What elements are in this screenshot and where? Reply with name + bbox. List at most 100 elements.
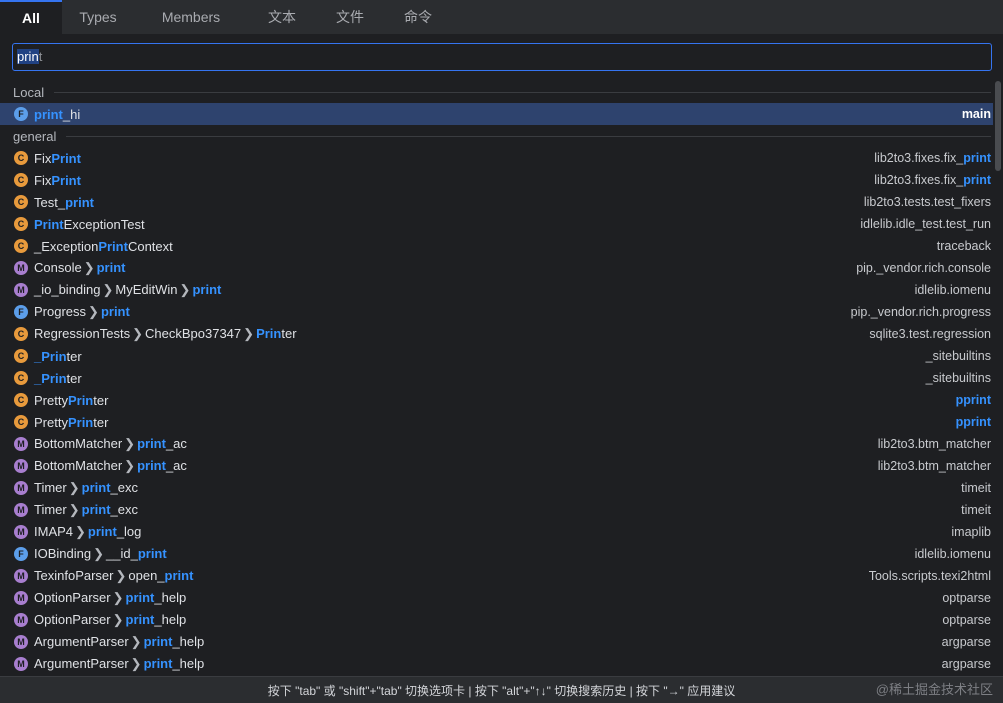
result-row[interactable]: M OptionParser ❯ print_help optparse	[0, 587, 993, 609]
method-icon: M	[14, 635, 28, 649]
text-segment: BottomMatcher	[34, 436, 123, 451]
result-row[interactable]: C _Printer _sitebuiltins	[0, 367, 993, 389]
footer-hint-bar: 按下 "tab" 或 "shift"+"tab" 切换选项卡 | 按下 "alt…	[0, 676, 1003, 703]
result-location: pprint	[956, 411, 991, 433]
result-row[interactable]: M TexinfoParser ❯ open_print Tools.scripts.t…	[0, 565, 993, 587]
text-segment: lib2to3.btm_matcher	[877, 459, 991, 473]
text-segment: IMAP4	[34, 524, 74, 539]
result-row[interactable]: M IMAP4 ❯ print_log imaplib	[0, 521, 993, 543]
chevron-right-icon: ❯	[124, 458, 136, 473]
text-segment: ArgumentParser	[34, 656, 129, 671]
match-highlight: print	[143, 634, 173, 649]
section-header: Local	[0, 81, 993, 103]
text-segment: MyEditWin	[115, 282, 178, 297]
tab-text[interactable]: 文本	[248, 0, 316, 34]
result-row[interactable]: C PrettyPrinter pprint	[0, 389, 993, 411]
result-row[interactable]: M Console ❯ print pip._vendor.rich.console	[0, 257, 993, 279]
chevron-right-icon: ❯	[124, 436, 136, 451]
result-name: OptionParser ❯ print_help	[34, 612, 186, 628]
result-location: pprint	[956, 389, 991, 411]
scrollbar-thumb[interactable]	[995, 81, 1001, 171]
result-row[interactable]: C PrettyPrinter pprint	[0, 411, 993, 433]
chevron-right-icon: ❯	[130, 634, 142, 649]
result-location: optparse	[942, 587, 991, 609]
result-row[interactable]: C FixPrint lib2to3.fixes.fix_print	[0, 169, 993, 191]
result-row[interactable]: C RegressionTests ❯ CheckBpo37347 ❯ Printer sq…	[0, 323, 993, 345]
text-segment: traceback	[936, 239, 991, 253]
result-location: timeit	[961, 477, 991, 499]
result-row[interactable]: M BottomMatcher ❯ print_ac lib2to3.btm_match…	[0, 433, 993, 455]
result-name: _Printer	[34, 349, 82, 364]
tab-commands[interactable]: 命令	[384, 0, 452, 34]
search-field[interactable]: print	[12, 43, 992, 71]
match-highlight: print	[81, 480, 111, 495]
class-icon: C	[14, 239, 28, 253]
match-highlight: print	[137, 458, 166, 473]
tab-members[interactable]: Members	[134, 0, 248, 34]
text-segment: _io_binding	[34, 282, 101, 297]
match-highlight: print	[164, 568, 194, 583]
text-segment: ExceptionTest	[63, 216, 145, 232]
tab-bar: All Types Members 文本 文件 命令	[0, 0, 1003, 34]
result-location: argparse	[942, 631, 991, 653]
result-row[interactable]: M Timer ❯ print_exc timeit	[0, 499, 993, 521]
result-location: idlelib.iomenu	[915, 279, 991, 301]
result-name: BottomMatcher ❯ print_ac	[34, 436, 187, 452]
result-location: lib2to3.btm_matcher	[878, 433, 991, 455]
chevron-right-icon: ❯	[83, 260, 95, 275]
result-name: FixPrint	[34, 173, 81, 188]
match-highlight: print	[34, 106, 63, 122]
result-row[interactable]: M _io_binding ❯ MyEditWin ❯ print idlelib.iome…	[0, 279, 993, 301]
match-highlight: Prin	[67, 414, 94, 430]
result-row[interactable]: Fprint_hi main	[0, 103, 993, 125]
result-name: _ExceptionPrintContext	[34, 239, 173, 254]
match-highlight: print	[96, 260, 126, 275]
result-row[interactable]: M BottomMatcher ❯ print_ac lib2to3.btm_match…	[0, 455, 993, 477]
text-segment: Timer	[34, 480, 67, 495]
text-segment: IOBinding	[34, 546, 92, 561]
result-row[interactable]: C _ExceptionPrintContext traceback	[0, 235, 993, 257]
text-segment: Fix	[34, 150, 52, 166]
text-segment: _help	[172, 656, 205, 671]
tab-types[interactable]: Types	[62, 0, 134, 34]
chevron-right-icon: ❯	[102, 282, 114, 297]
result-row[interactable]: M ArgumentParser ❯ print_help argparse	[0, 631, 993, 653]
class-icon: C	[14, 195, 28, 209]
result-row[interactable]: M Timer ❯ print_exc timeit	[0, 477, 993, 499]
result-row[interactable]: M ArgumentParser ❯ print_help argparse	[0, 653, 993, 675]
method-icon: M	[14, 591, 28, 605]
result-row[interactable]: C FixPrint lib2to3.fixes.fix_print	[0, 147, 993, 169]
result-name: RegressionTests ❯ CheckBpo37347 ❯ Printer	[34, 326, 297, 342]
text-segment: pip._vendor.rich.progress	[850, 305, 991, 319]
text-segment: ter	[93, 392, 109, 408]
watermark: @稀土掘金技术社区	[875, 682, 993, 697]
result-name: _Printer	[34, 371, 82, 386]
text-segment: ter	[93, 414, 109, 430]
chevron-right-icon: ❯	[115, 568, 127, 583]
text-segment: Context	[127, 238, 173, 254]
section-divider	[54, 91, 991, 93]
text-segment: _ac	[165, 458, 187, 473]
result-row[interactable]: F Progress ❯ print pip._vendor.rich.progress	[0, 301, 993, 323]
result-row[interactable]: F IOBinding ❯ __id_print idlelib.iomenu	[0, 543, 993, 565]
search-input[interactable]: print	[17, 49, 42, 64]
result-name: FixPrint	[34, 151, 81, 166]
method-icon: M	[14, 657, 28, 671]
text-segment: sqlite3.test.regression	[869, 327, 991, 341]
tab-all[interactable]: All	[0, 0, 62, 34]
result-row[interactable]: C PrintExceptionTest idlelib.idle_test.tes…	[0, 213, 993, 235]
result-row[interactable]: C Test_print lib2to3.tests.test_fixers	[0, 191, 993, 213]
text-segment: Fix	[34, 172, 52, 188]
text-segment: _help	[172, 634, 205, 649]
result-name: BottomMatcher ❯ print_ac	[34, 458, 187, 474]
match-highlight: print	[125, 590, 155, 605]
tab-files[interactable]: 文件	[316, 0, 384, 34]
text-segment: optparse	[942, 613, 991, 627]
result-row[interactable]: M OptionParser ❯ print_help optparse	[0, 609, 993, 631]
result-row[interactable]: C _Printer _sitebuiltins	[0, 345, 993, 367]
method-icon: M	[14, 437, 28, 451]
text-segment: open_	[128, 568, 165, 583]
match-highlight: print	[87, 524, 117, 539]
text-segment: lib2to3.btm_matcher	[877, 437, 991, 451]
method-icon: M	[14, 261, 28, 275]
